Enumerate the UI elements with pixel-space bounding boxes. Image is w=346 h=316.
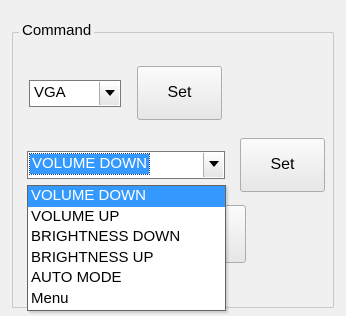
dropdown-item-menu[interactable]: Menu (28, 289, 225, 310)
command-set-button[interactable]: Set (240, 138, 325, 192)
command-set-button-label: Set (270, 156, 295, 173)
dropdown-item-volume-down[interactable]: VOLUME DOWN (28, 186, 225, 207)
command-combo-value: VOLUME DOWN (28, 153, 151, 175)
input-source-combo[interactable]: VGA (29, 80, 121, 107)
command-combo[interactable]: VOLUME DOWN (27, 151, 225, 179)
command-dropdown-list: VOLUME DOWN VOLUME UP BRIGHTNESS DOWN BR… (27, 185, 226, 311)
dropdown-item-auto-mode[interactable]: AUTO MODE (28, 268, 225, 289)
dropdown-item-volume-up[interactable]: VOLUME UP (28, 207, 225, 228)
chevron-down-icon (105, 90, 115, 96)
command-combo-dropdown-button[interactable] (203, 153, 223, 177)
dropdown-item-brightness-down[interactable]: BRIGHTNESS DOWN (28, 227, 225, 248)
input-source-dropdown-button[interactable] (99, 82, 119, 105)
input-set-button[interactable]: Set (137, 66, 222, 120)
command-group-title: Command (19, 22, 95, 40)
input-source-value: VGA (34, 84, 66, 101)
input-set-button-label: Set (167, 84, 192, 101)
dropdown-item-brightness-up[interactable]: BRIGHTNESS UP (28, 248, 225, 269)
chevron-down-icon (209, 161, 219, 167)
